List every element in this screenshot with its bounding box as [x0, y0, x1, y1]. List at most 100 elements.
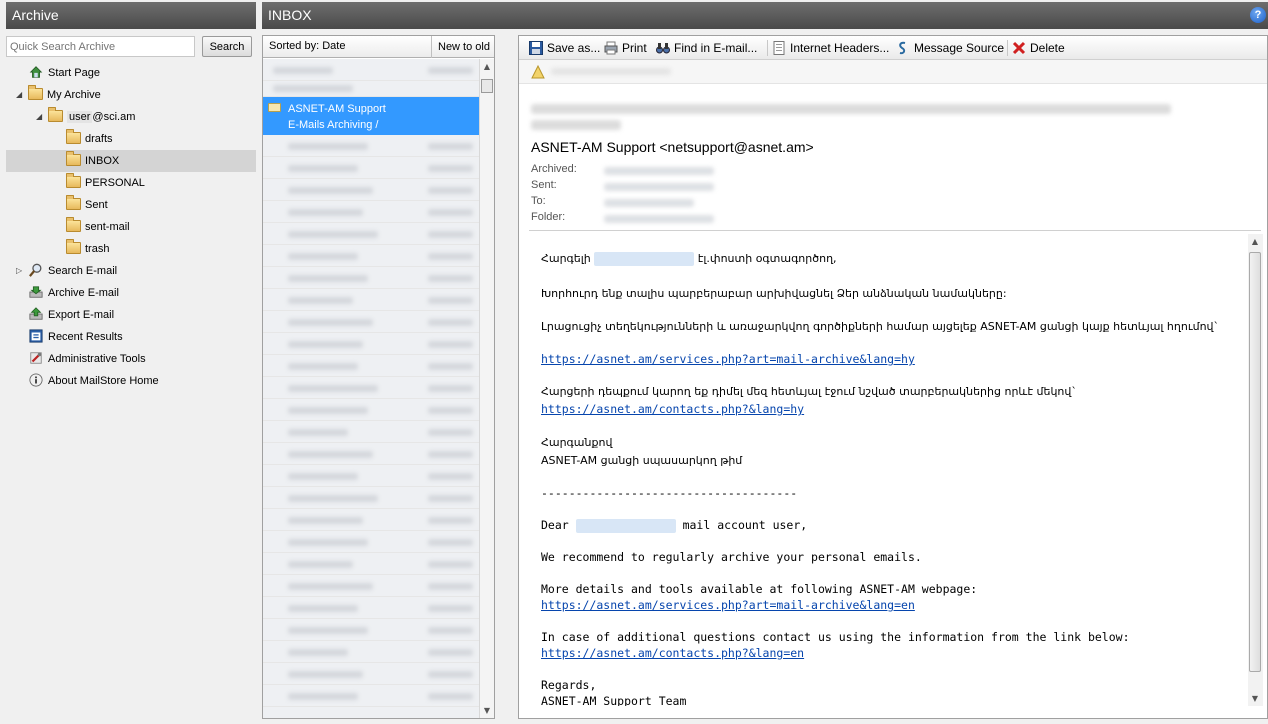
- tree-item-user-account[interactable]: ◢ user @sci.am: [36, 106, 135, 128]
- list-item[interactable]: [263, 597, 481, 619]
- tree-item-archive-email[interactable]: Archive E-mail: [28, 282, 119, 304]
- list-item[interactable]: [263, 59, 481, 81]
- tree-item-start-page[interactable]: Start Page: [28, 62, 100, 84]
- tree-label: Recent Results: [48, 331, 123, 343]
- source-label: Message Source: [914, 41, 1005, 55]
- scroll-thumb[interactable]: [1249, 252, 1261, 672]
- list-item[interactable]: [263, 641, 481, 663]
- print-button[interactable]: Print: [604, 40, 647, 56]
- tree-item-sent-mail[interactable]: sent-mail: [66, 216, 130, 238]
- email-reading-pane: Save as... Print Find in E-mail... Inter…: [518, 35, 1268, 719]
- header-divider: [529, 230, 1261, 231]
- collapse-arrow-icon[interactable]: ◢: [36, 106, 42, 128]
- tree-item-personal[interactable]: PERSONAL: [66, 172, 145, 194]
- list-item[interactable]: [263, 311, 481, 333]
- list-item[interactable]: [263, 223, 481, 245]
- list-item[interactable]: [263, 179, 481, 201]
- tree-item-sent[interactable]: Sent: [66, 194, 108, 216]
- tree-label: Search E-mail: [48, 265, 118, 277]
- to-label: To:: [531, 195, 546, 207]
- list-item[interactable]: [263, 553, 481, 575]
- email-body-scrollbar[interactable]: ▲ ▼: [1248, 234, 1263, 706]
- tree-item-export-email[interactable]: Export E-mail: [28, 304, 114, 326]
- list-item[interactable]: [263, 619, 481, 641]
- delete-button[interactable]: Delete: [1012, 40, 1065, 56]
- body-en-line2: More details and tools available at foll…: [541, 582, 978, 596]
- search-button[interactable]: Search: [202, 36, 252, 57]
- body-hy-line1: Խորհուրդ ենք տալիս պարբերաբար արխիվացնել…: [541, 287, 1007, 300]
- list-item[interactable]: [263, 377, 481, 399]
- save-as-button[interactable]: Save as...: [529, 40, 600, 56]
- tree-item-search-email[interactable]: ▷ Search E-mail: [16, 260, 117, 282]
- list-item-selected[interactable]: ASNET-AM Support E-Mails Archiving /: [263, 97, 481, 135]
- list-item[interactable]: [263, 509, 481, 531]
- folder-icon: [28, 85, 43, 101]
- list-item[interactable]: [263, 663, 481, 685]
- tree-item-administrative-tools[interactable]: Administrative Tools: [28, 348, 146, 370]
- body-text: Dear: [541, 518, 569, 532]
- scroll-up-icon[interactable]: ▲: [1248, 237, 1262, 246]
- tree-label: Sent: [85, 199, 108, 211]
- body-hy-line2: Լրացուցիչ տեղեկությունների և առաջարկվող …: [541, 320, 1220, 333]
- list-item[interactable]: [263, 399, 481, 421]
- list-item[interactable]: [263, 81, 481, 97]
- list-item[interactable]: [263, 443, 481, 465]
- print-label: Print: [622, 41, 647, 55]
- tree-item-drafts[interactable]: drafts: [66, 128, 113, 150]
- tree-item-trash[interactable]: trash: [66, 238, 109, 260]
- collapse-arrow-icon[interactable]: ◢: [16, 84, 22, 106]
- sort-field-selector[interactable]: Sorted by: Date: [269, 40, 345, 52]
- link-contacts-en[interactable]: https://asnet.am/contacts.php?&lang=en: [541, 646, 804, 660]
- message-list: Sorted by: Date New to old ASNET-AM Supp…: [262, 35, 495, 719]
- message-source-icon: [899, 41, 906, 54]
- scroll-up-icon[interactable]: ▲: [480, 62, 494, 71]
- archived-value: [604, 167, 714, 175]
- tree-item-my-archive[interactable]: ◢ My Archive: [16, 84, 101, 106]
- email-toolbar: Save as... Print Find in E-mail... Inter…: [519, 36, 1267, 60]
- internet-headers-button[interactable]: Internet Headers...: [772, 40, 889, 56]
- scroll-down-icon[interactable]: ▼: [1248, 694, 1262, 703]
- list-item[interactable]: [263, 487, 481, 509]
- message-list-scrollbar[interactable]: ▲ ▼: [479, 59, 494, 718]
- tree-item-about[interactable]: About MailStore Home: [28, 370, 159, 392]
- tree-label: drafts: [85, 133, 113, 145]
- list-item[interactable]: [263, 135, 481, 157]
- folder-value: [604, 215, 714, 223]
- link-contacts-hy[interactable]: https://asnet.am/contacts.php?&lang=hy: [541, 402, 804, 416]
- link-services-hy[interactable]: https://asnet.am/services.php?art=mail-a…: [541, 352, 915, 366]
- list-item[interactable]: [263, 421, 481, 443]
- quick-search-input[interactable]: [6, 36, 195, 57]
- list-item[interactable]: [263, 245, 481, 267]
- message-source-button[interactable]: Message Source: [896, 40, 1004, 56]
- list-item[interactable]: [263, 355, 481, 377]
- info-bar: [519, 60, 1267, 84]
- find-in-email-button[interactable]: Find in E-mail...: [656, 40, 757, 56]
- list-item[interactable]: [263, 531, 481, 553]
- sort-order-selector[interactable]: New to old: [431, 36, 495, 58]
- tree-item-inbox[interactable]: INBOX: [6, 150, 256, 172]
- list-item[interactable]: [263, 465, 481, 487]
- expand-arrow-icon[interactable]: ▷: [16, 260, 22, 282]
- body-hy-line3: Հարցերի դեպքում կարող եք դիմել մեզ հետևյ…: [541, 385, 1077, 398]
- tree-label: About MailStore Home: [48, 375, 159, 387]
- list-item[interactable]: [263, 685, 481, 707]
- link-services-en[interactable]: https://asnet.am/services.php?art=mail-a…: [541, 598, 915, 612]
- list-item[interactable]: [263, 333, 481, 355]
- scroll-thumb[interactable]: [481, 79, 493, 93]
- user-domain: @sci.am: [92, 111, 136, 123]
- headers-label: Internet Headers...: [790, 41, 890, 55]
- help-icon[interactable]: ?: [1250, 7, 1266, 23]
- tree-item-recent-results[interactable]: Recent Results: [28, 326, 123, 348]
- list-item[interactable]: [263, 289, 481, 311]
- export-email-icon: [29, 307, 43, 320]
- list-item[interactable]: [263, 201, 481, 223]
- body-text: Հարգելի: [541, 252, 591, 265]
- info-icon: [29, 373, 43, 387]
- list-item[interactable]: [263, 575, 481, 597]
- scroll-down-icon[interactable]: ▼: [480, 706, 494, 715]
- list-item[interactable]: [263, 267, 481, 289]
- redacted-name: [575, 518, 676, 533]
- body-hy-regards: Հարգանքով: [541, 436, 613, 449]
- delete-x-icon: [1012, 41, 1026, 54]
- list-item[interactable]: [263, 157, 481, 179]
